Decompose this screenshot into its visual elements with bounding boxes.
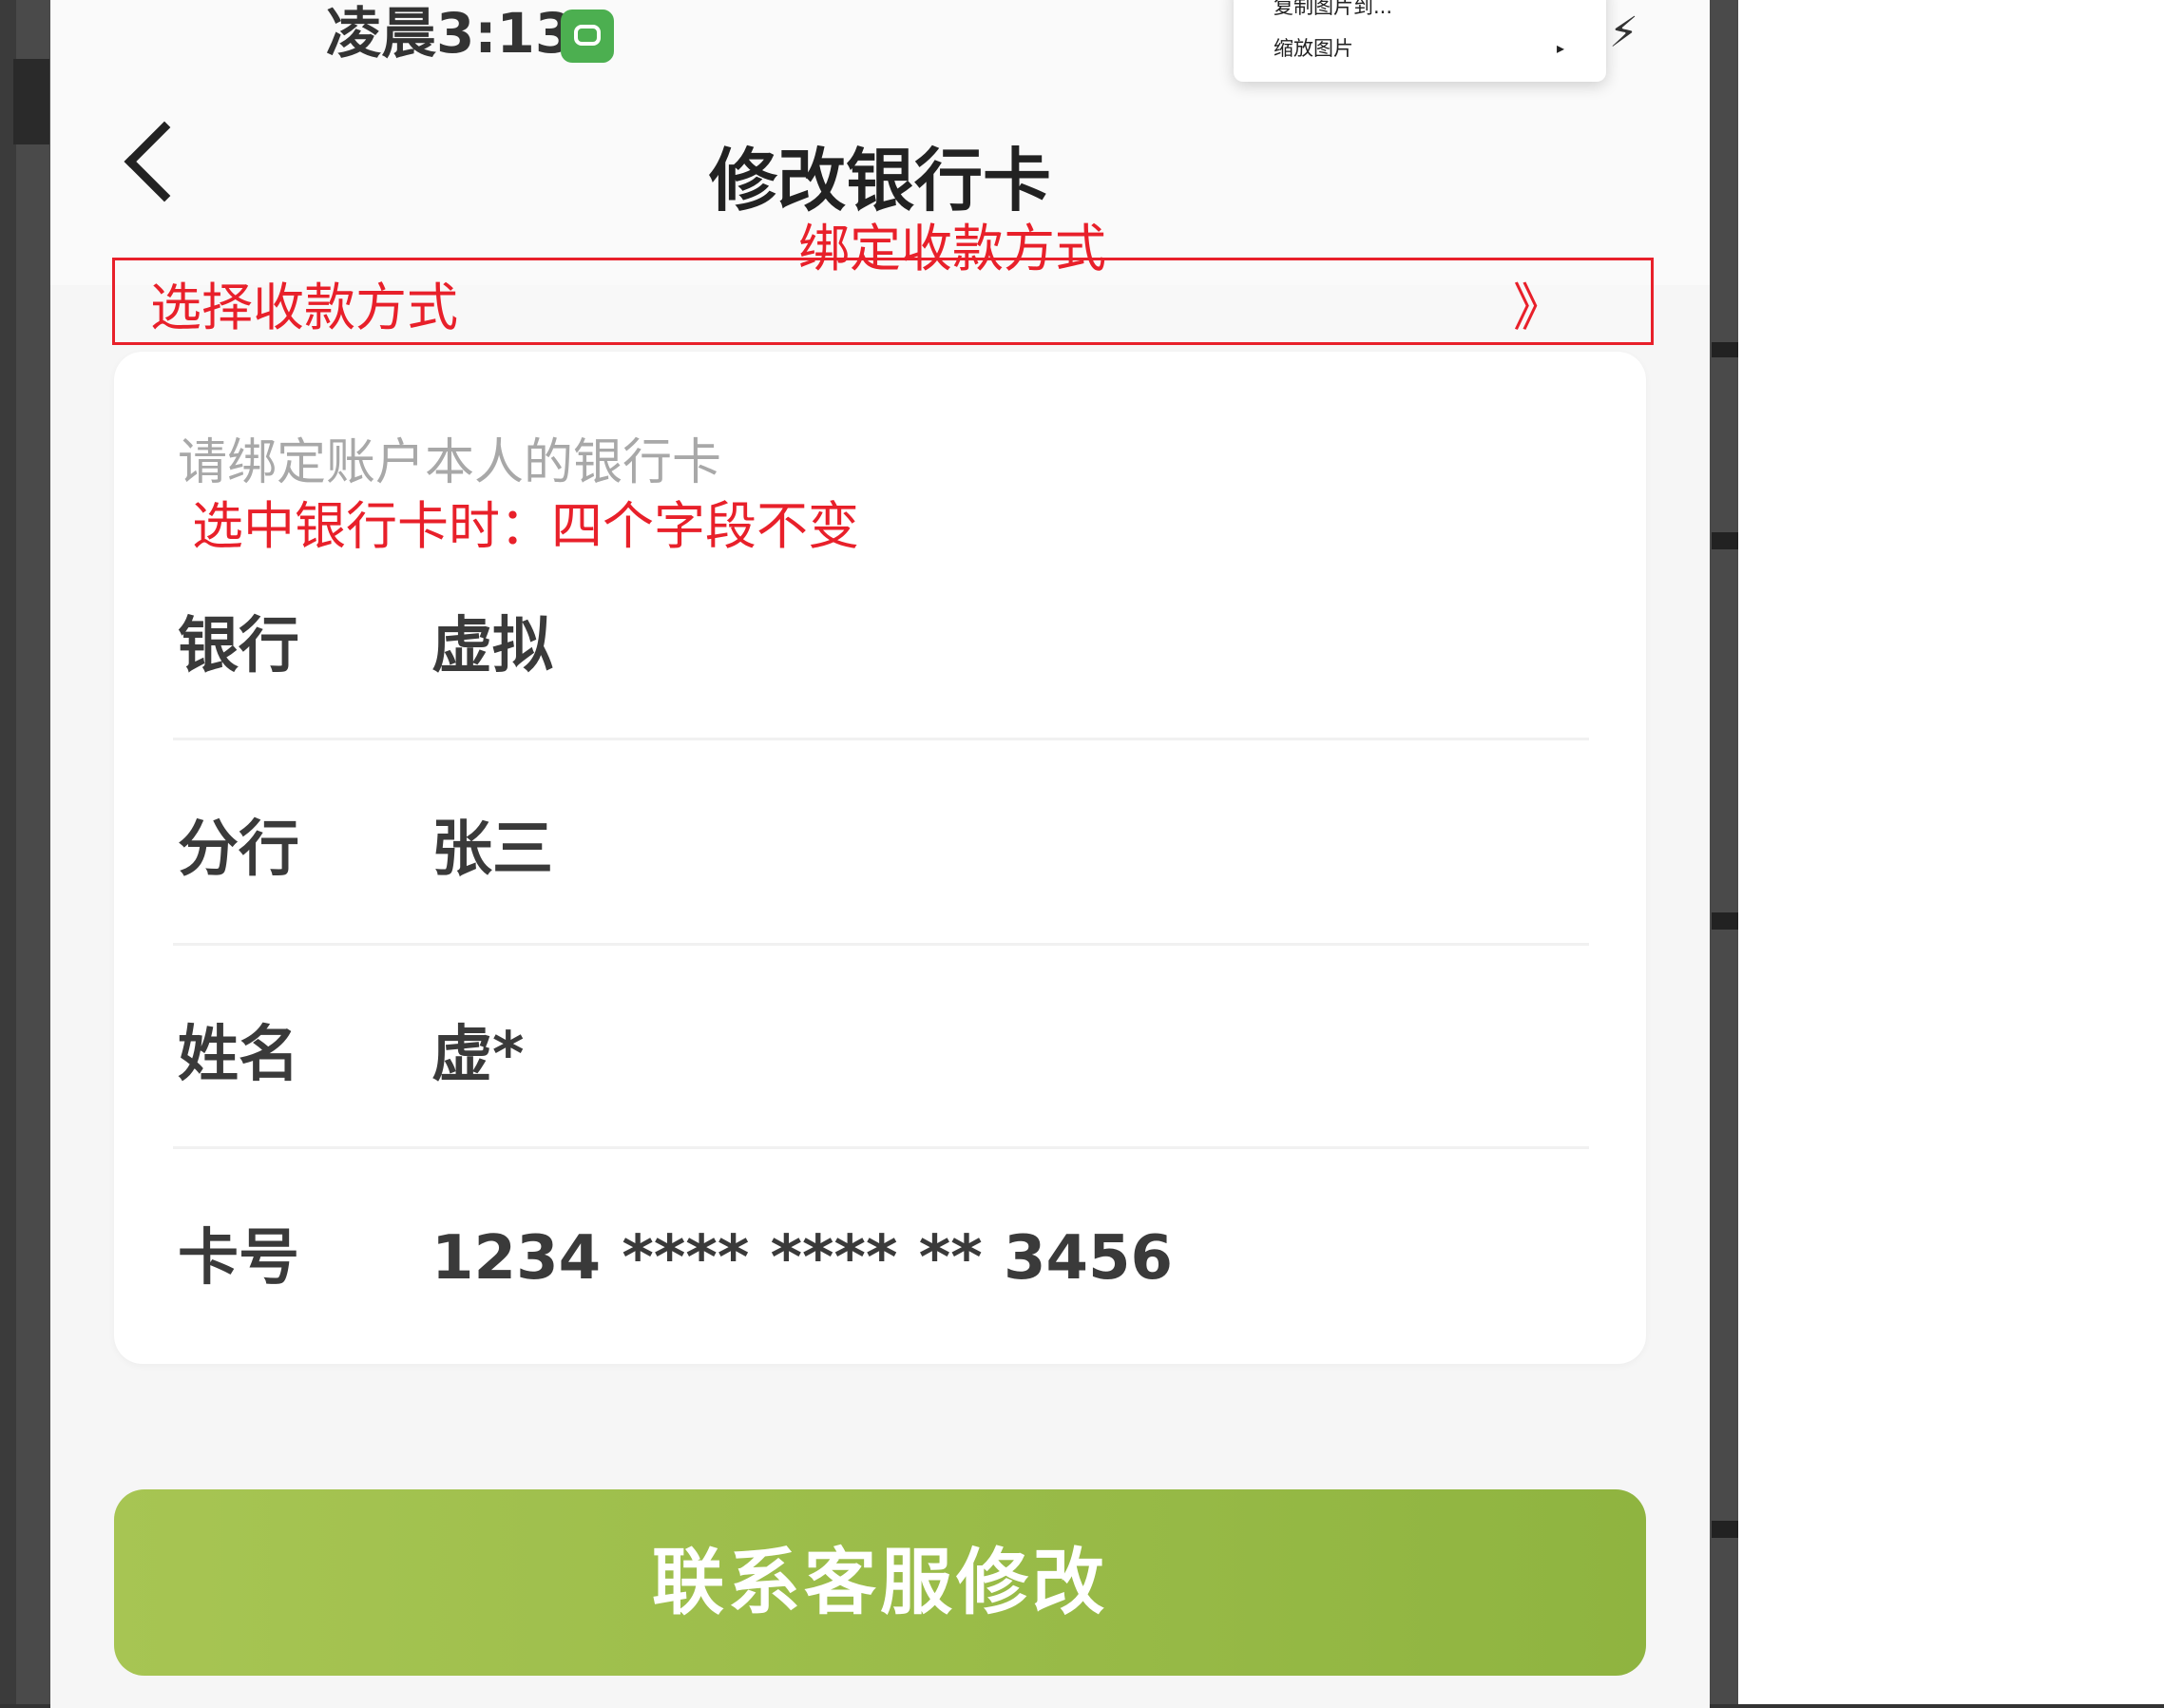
field-label: 银行: [178, 611, 299, 681]
background-mark: [1712, 342, 1738, 357]
background-right: [1710, 0, 1738, 1708]
background-mark: [1712, 912, 1738, 930]
field-row-card-number: 卡号 1234 **** **** ** 3456: [173, 1175, 1589, 1378]
background-mark: [1712, 532, 1738, 549]
submenu-arrow-icon: ▸: [1557, 39, 1565, 57]
field-value: 张三: [431, 815, 553, 885]
background-left-edge: [16, 0, 50, 1708]
row-divider: [173, 943, 1589, 946]
payment-method-selector-label: 选择收款方式: [150, 278, 458, 337]
chevron-right-icon: 》: [1513, 278, 1564, 337]
app-notification-icon: [561, 10, 614, 63]
field-row-bank: 银行 虚拟: [173, 561, 1589, 764]
field-label: 卡号: [178, 1223, 299, 1294]
row-divider: [173, 1146, 1589, 1149]
field-value: 虚拟: [431, 611, 553, 681]
background-mark: [1712, 1521, 1738, 1538]
annotation-note: 选中银行卡时：四个字段不变: [192, 496, 859, 556]
row-divider: [173, 738, 1589, 740]
charging-icon: ⚡: [1609, 9, 1638, 57]
field-label: 分行: [178, 815, 299, 885]
field-label: 姓名: [178, 1020, 299, 1090]
context-menu-item-copy-image[interactable]: 复制图片到...: [1274, 0, 1392, 21]
field-row-name: 姓名 虚*: [173, 969, 1589, 1173]
field-value: 1234 **** **** ** 3456: [431, 1223, 1174, 1294]
field-value: 虚*: [431, 1020, 525, 1090]
context-menu-item-zoom-image[interactable]: 缩放图片: [1274, 34, 1353, 63]
annotation-title: 绑定收款方式: [798, 219, 1106, 278]
status-time: 凌晨3:13: [326, 1, 574, 66]
background-left: [0, 0, 16, 1708]
page-title: 修改银行卡: [708, 141, 1051, 221]
field-row-branch: 分行 张三: [173, 766, 1589, 969]
context-menu: 复制图片到... 缩放图片 ▸: [1234, 0, 1606, 82]
contact-support-button[interactable]: 联系客服修改: [114, 1489, 1646, 1676]
background-glyph: [13, 59, 49, 144]
card-hint: 请绑定账户本人的银行卡: [178, 434, 722, 491]
